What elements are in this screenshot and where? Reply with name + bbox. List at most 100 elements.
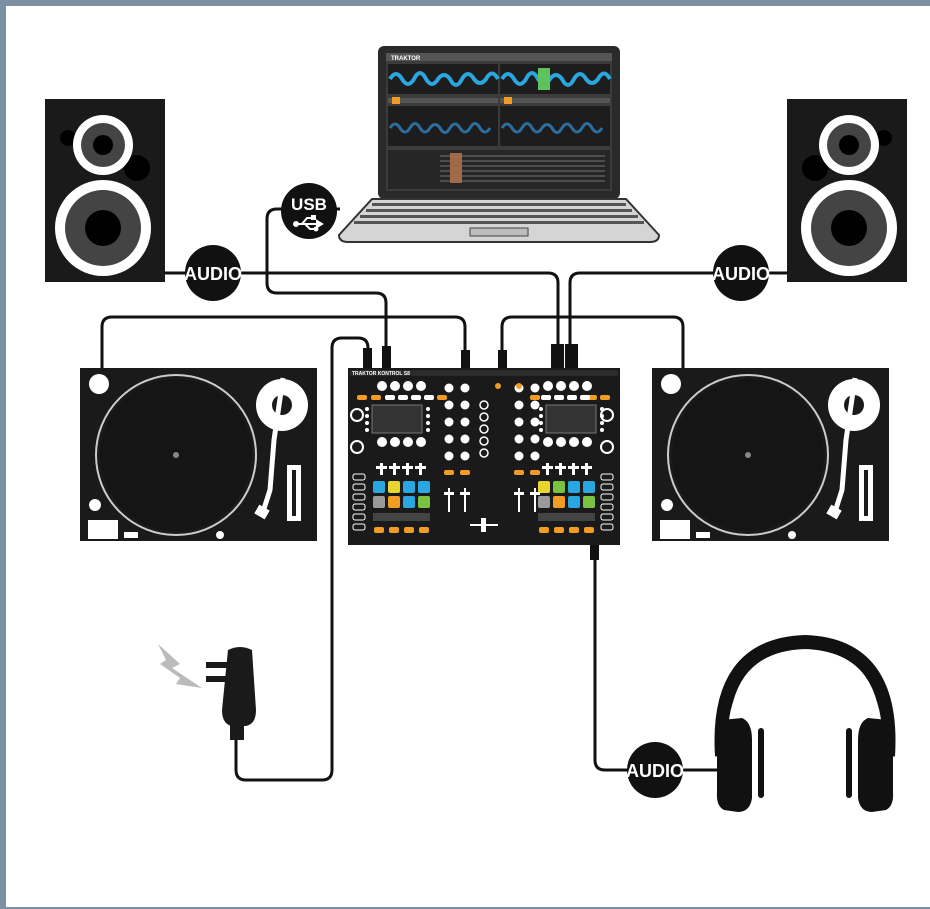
controller-knob: [444, 434, 454, 444]
controller-knob: [556, 437, 566, 447]
setup-diagram: TRAKTOR TRAKTOR KONTROL S8 AUDIO AUDIO U…: [45, 46, 907, 812]
controller-led: [426, 421, 430, 425]
controller-knob: [390, 381, 400, 391]
audio-label: AUDIO: [712, 264, 770, 284]
controller-button: [385, 395, 395, 400]
controller-fader: [530, 492, 540, 495]
audio-label: AUDIO: [184, 264, 242, 284]
controller-knob: [460, 383, 470, 393]
controller-touchstrip: [538, 513, 595, 521]
audio-badge-right: AUDIO: [712, 245, 770, 301]
controller-pad: [583, 481, 595, 493]
laptop-app-name: TRAKTOR: [391, 56, 421, 62]
turntable-right: [652, 368, 889, 541]
controller-knob: [543, 381, 553, 391]
controller-button: [374, 527, 384, 533]
cable-turntable-left: [100, 315, 467, 368]
controller-knob: [460, 451, 470, 461]
controller-button: [514, 470, 524, 475]
cable-turntable-right: [500, 315, 685, 368]
controller-pad: [538, 481, 550, 493]
controller-knob: [444, 417, 454, 427]
controller-button: [444, 470, 454, 475]
controller-pad: [553, 481, 565, 493]
controller-knob: [514, 434, 524, 444]
controller-knob: [514, 400, 524, 410]
controller-fader: [389, 466, 400, 469]
controller-button: [554, 395, 564, 400]
controller-button: [404, 527, 414, 533]
controller-button: [460, 470, 470, 475]
speaker-left: [45, 99, 165, 282]
controller-button: [539, 527, 549, 533]
controller-button: [554, 527, 564, 533]
controller-screen: [371, 404, 423, 434]
controller-led: [426, 428, 430, 432]
controller-knob: [460, 417, 470, 427]
controller-fader: [534, 488, 536, 512]
controller-button: [530, 470, 540, 475]
controller-fader: [514, 492, 524, 495]
controller-fader: [415, 466, 426, 469]
usb-label: USB: [291, 195, 327, 214]
controller-pad: [388, 481, 400, 493]
controller-pad: [568, 481, 580, 493]
usb-badge: USB: [281, 183, 337, 239]
controller-knob: [460, 400, 470, 410]
controller-fader: [581, 466, 592, 469]
controller-knob: [582, 437, 592, 447]
controller-pad: [403, 496, 415, 508]
controller-knob: [543, 437, 553, 447]
controller-led: [516, 383, 522, 389]
controller-fader: [444, 492, 454, 495]
controller-pad: [388, 496, 400, 508]
controller-fader: [460, 492, 470, 495]
controller-knob: [530, 383, 540, 393]
controller-button: [424, 395, 434, 400]
controller-button: [541, 395, 551, 400]
controller-knob: [514, 451, 524, 461]
controller-knob: [582, 381, 592, 391]
controller-led: [365, 414, 369, 418]
audio-label: AUDIO: [626, 761, 684, 781]
controller-knob: [569, 437, 579, 447]
controller-pad: [373, 481, 385, 493]
controller-button: [411, 395, 421, 400]
controller-knob: [390, 437, 400, 447]
power-bolt-icon: [158, 644, 202, 688]
controller-knob: [444, 400, 454, 410]
controller-pad: [538, 496, 550, 508]
audio-badge-left: AUDIO: [184, 245, 242, 301]
controller-led: [495, 383, 501, 389]
speaker-right: [787, 99, 907, 282]
controller-knob: [530, 451, 540, 461]
controller-knob: [556, 381, 566, 391]
controller-led: [539, 428, 543, 432]
controller-fader: [376, 466, 387, 469]
controller-knob: [530, 400, 540, 410]
controller-button: [371, 395, 381, 400]
controller-fader: [464, 488, 466, 512]
controller-knob: [444, 383, 454, 393]
controller-knob: [514, 417, 524, 427]
turntable-left: [80, 368, 317, 541]
controller-led: [600, 421, 604, 425]
controller-touchstrip: [373, 513, 430, 521]
controller: TRAKTOR KONTROL S8: [348, 368, 620, 545]
controller-button: [389, 527, 399, 533]
controller-led: [539, 421, 543, 425]
controller-led: [426, 407, 430, 411]
audio-badge-headphones: AUDIO: [626, 742, 684, 798]
controller-button: [398, 395, 408, 400]
controller-knob: [377, 437, 387, 447]
controller-knob: [416, 381, 426, 391]
controller-led: [365, 421, 369, 425]
controller-knob: [403, 437, 413, 447]
controller-led: [539, 414, 543, 418]
controller-model-name: TRAKTOR KONTROL S8: [352, 371, 410, 377]
controller-crossfader: [481, 518, 486, 532]
controller-button: [580, 395, 590, 400]
headphones-icon: [714, 634, 896, 812]
controller-led: [365, 428, 369, 432]
controller-knob: [444, 451, 454, 461]
